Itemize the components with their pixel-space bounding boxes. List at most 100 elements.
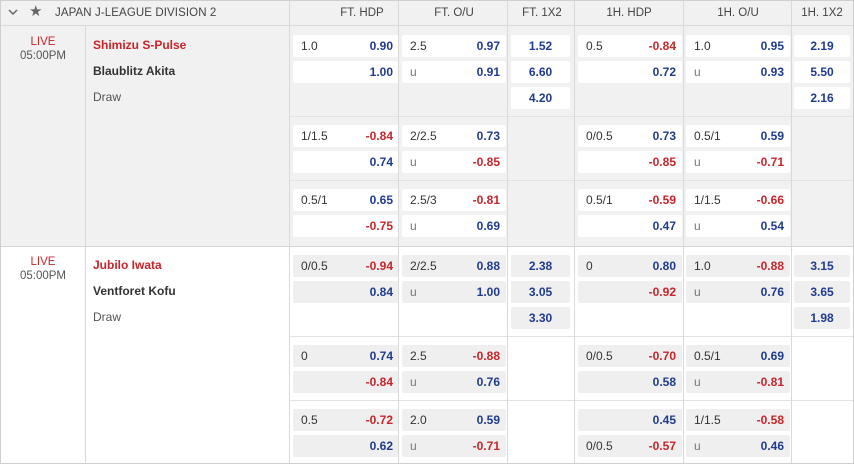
ft-ou-under-cell[interactable]: u 0.69 — [402, 215, 506, 237]
ft-ou-over-cell[interactable]: 2.5 0.97 — [402, 35, 506, 57]
h1-ou-under-cell[interactable]: u -0.81 — [686, 371, 790, 393]
column-divider — [289, 1, 290, 463]
odds-line-label: 0.5/1 — [586, 193, 613, 207]
chevron-down-icon[interactable] — [8, 7, 18, 17]
away-team[interactable]: Ventforet Kofu — [93, 284, 176, 298]
ft-ou-over-cell[interactable]: 2/2.5 0.73 — [402, 125, 506, 147]
odds-line-label: 1.0 — [694, 259, 711, 273]
ft-ou-over-cell[interactable]: 2.5/3 -0.81 — [402, 189, 506, 211]
ft-ou-under-cell[interactable]: u 1.00 — [402, 281, 506, 303]
match-time: 05:00PM — [19, 270, 67, 282]
h1-ou-over-cell[interactable]: 1/1.5 -0.66 — [686, 189, 790, 211]
odds-value: 0.69 — [476, 219, 500, 233]
odds-value: 1.52 — [528, 39, 553, 53]
ft-1x2-cell[interactable]: 2.38 — [511, 255, 570, 277]
column-divider — [398, 1, 399, 463]
ft-hdp-away-cell[interactable]: -0.75 — [293, 215, 399, 237]
ft-hdp-home-cell[interactable]: 0 0.74 — [293, 345, 399, 367]
h1-ou-under-cell[interactable]: u 0.54 — [686, 215, 790, 237]
ft-hdp-away-cell[interactable]: 1.00 — [293, 61, 399, 83]
odds-value: 0.46 — [760, 439, 784, 453]
h1-ou-over-cell[interactable]: 1.0 0.95 — [686, 35, 790, 57]
h1-hdp-away-cell[interactable]: -0.85 — [578, 151, 682, 173]
ft-ou-over-cell[interactable]: 2/2.5 0.88 — [402, 255, 506, 277]
odds-value: 1.00 — [369, 65, 393, 79]
league-name: JAPAN J-LEAGUE DIVISION 2 — [55, 7, 217, 19]
h1-ou-under-cell[interactable]: u 0.93 — [686, 61, 790, 83]
h1-hdp-home-cell[interactable]: 0 0.80 — [578, 255, 682, 277]
odds-line-label: u — [410, 375, 417, 389]
ft-hdp-away-cell[interactable]: 0.74 — [293, 151, 399, 173]
ft-ou-over-cell[interactable]: 2.5 -0.88 — [402, 345, 506, 367]
h1-ou-over-cell[interactable]: 1/1.5 -0.58 — [686, 409, 790, 431]
ft-hdp-away-cell[interactable]: 0.62 — [293, 435, 399, 457]
h1-1x2-cell[interactable]: 5.50 — [794, 61, 850, 83]
odds-value: 2.16 — [810, 91, 834, 105]
ft-ou-under-cell[interactable]: u 0.76 — [402, 371, 506, 393]
h1-hdp-away-cell[interactable]: 0.47 — [578, 215, 682, 237]
ft-1x2-cell[interactable]: 3.05 — [511, 281, 570, 303]
ft-hdp-home-cell[interactable]: 0.5 -0.72 — [293, 409, 399, 431]
h1-hdp-home-cell[interactable]: 0.5 -0.84 — [578, 35, 682, 57]
home-team[interactable]: Jubilo Iwata — [93, 258, 162, 272]
h1-hdp-away-cell[interactable]: 0.58 — [578, 371, 682, 393]
odds-line-label: u — [410, 285, 417, 299]
ft-1x2-cell[interactable]: 1.52 — [511, 35, 570, 57]
home-team[interactable]: Shimizu S-Pulse — [93, 38, 186, 52]
odds-value: -0.70 — [648, 349, 676, 363]
odds-line-label: 1/1.5 — [694, 413, 721, 427]
ft-ou-over-cell[interactable]: 2.0 0.59 — [402, 409, 506, 431]
odds-value: 0.74 — [369, 155, 393, 169]
h1-hdp-away-cell[interactable]: 0/0.5 -0.57 — [578, 435, 682, 457]
h1-ou-under-cell[interactable]: u 0.46 — [686, 435, 790, 457]
h1-1x2-cell[interactable]: 2.16 — [794, 87, 850, 109]
odds-line-label: 0.5 — [586, 39, 603, 53]
h1-hdp-home-cell[interactable]: 0.45 — [578, 409, 682, 431]
odds-line-label: u — [694, 285, 701, 299]
column-divider — [85, 26, 86, 463]
star-icon[interactable]: ★ — [29, 4, 42, 20]
ft-hdp-away-cell[interactable]: 0.84 — [293, 281, 399, 303]
odds-line-label: u — [410, 439, 417, 453]
h1-hdp-home-cell[interactable]: 0.5/1 -0.59 — [578, 189, 682, 211]
ft-ou-under-cell[interactable]: u -0.71 — [402, 435, 506, 457]
ft-ou-under-cell[interactable]: u -0.85 — [402, 151, 506, 173]
h1-hdp-away-cell[interactable]: 0.72 — [578, 61, 682, 83]
h1-1x2-cell[interactable]: 2.19 — [794, 35, 850, 57]
h1-ou-under-cell[interactable]: u -0.71 — [686, 151, 790, 173]
odds-value: 3.05 — [528, 285, 553, 299]
odds-value: -0.84 — [648, 39, 676, 53]
h1-ou-under-cell[interactable]: u 0.76 — [686, 281, 790, 303]
h1-ou-over-cell[interactable]: 1.0 -0.88 — [686, 255, 790, 277]
odds-value: 0.91 — [476, 65, 500, 79]
column-header-1h-hdp: 1H. HDP — [606, 7, 652, 19]
h1-hdp-away-cell[interactable]: -0.92 — [578, 281, 682, 303]
odds-line-label: 0.5/1 — [694, 129, 721, 143]
h1-1x2-cell[interactable]: 3.65 — [794, 281, 850, 303]
odds-value: -0.88 — [472, 349, 500, 363]
away-team[interactable]: Blaublitz Akita — [93, 64, 175, 78]
h1-hdp-home-cell[interactable]: 0/0.5 0.73 — [578, 125, 682, 147]
ft-1x2-cell[interactable]: 3.30 — [511, 307, 570, 329]
ft-1x2-cell[interactable]: 4.20 — [511, 87, 570, 109]
ft-hdp-home-cell[interactable]: 1/1.5 -0.84 — [293, 125, 399, 147]
odds-line-label: u — [694, 155, 701, 169]
ft-hdp-home-cell[interactable]: 0/0.5 -0.94 — [293, 255, 399, 277]
odds-table: ★ JAPAN J-LEAGUE DIVISION 2 FT. HDP FT. … — [0, 0, 854, 464]
ft-1x2-cell[interactable]: 6.60 — [511, 61, 570, 83]
line-divider — [289, 400, 853, 401]
draw-label: Draw — [93, 90, 122, 104]
h1-1x2-cell[interactable]: 1.98 — [794, 307, 850, 329]
h1-ou-over-cell[interactable]: 0.5/1 0.69 — [686, 345, 790, 367]
h1-hdp-home-cell[interactable]: 0/0.5 -0.70 — [578, 345, 682, 367]
odds-value: -0.72 — [365, 413, 393, 427]
h1-ou-over-cell[interactable]: 0.5/1 0.59 — [686, 125, 790, 147]
match-divider — [1, 246, 853, 247]
ft-ou-under-cell[interactable]: u 0.91 — [402, 61, 506, 83]
column-divider — [683, 1, 684, 463]
ft-hdp-away-cell[interactable]: -0.84 — [293, 371, 399, 393]
ft-hdp-home-cell[interactable]: 1.0 0.90 — [293, 35, 399, 57]
ft-hdp-home-cell[interactable]: 0.5/1 0.65 — [293, 189, 399, 211]
odds-value: 0.73 — [476, 129, 500, 143]
h1-1x2-cell[interactable]: 3.15 — [794, 255, 850, 277]
